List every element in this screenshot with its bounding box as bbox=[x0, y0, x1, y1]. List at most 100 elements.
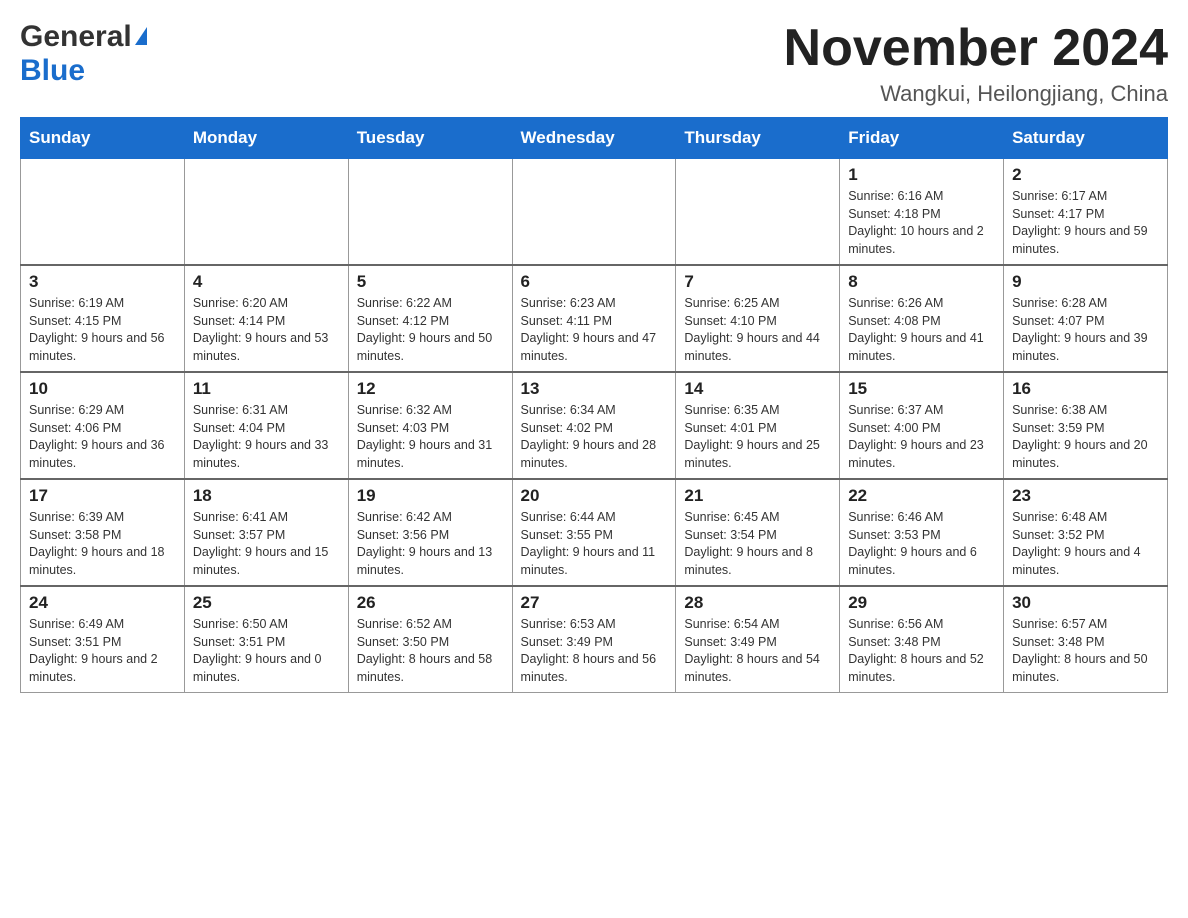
day-number: 23 bbox=[1012, 486, 1159, 506]
table-row: 28 Sunrise: 6:54 AMSunset: 3:49 PMDayligh… bbox=[676, 586, 840, 693]
day-info: Sunrise: 6:53 AMSunset: 3:49 PMDaylight:… bbox=[521, 616, 668, 686]
calendar-week-row: 10 Sunrise: 6:29 AMSunset: 4:06 PMDayligh… bbox=[21, 372, 1168, 479]
day-info: Sunrise: 6:56 AMSunset: 3:48 PMDaylight:… bbox=[848, 616, 995, 686]
day-info: Sunrise: 6:16 AMSunset: 4:18 PMDaylight:… bbox=[848, 188, 995, 258]
calendar-week-row: 24 Sunrise: 6:49 AMSunset: 3:51 PMDayligh… bbox=[21, 586, 1168, 693]
table-row: 3 Sunrise: 6:19 AMSunset: 4:15 PMDaylight… bbox=[21, 265, 185, 372]
header-friday: Friday bbox=[840, 118, 1004, 159]
day-number: 11 bbox=[193, 379, 340, 399]
day-number: 3 bbox=[29, 272, 176, 292]
day-info: Sunrise: 6:25 AMSunset: 4:10 PMDaylight:… bbox=[684, 295, 831, 365]
table-row: 26 Sunrise: 6:52 AMSunset: 3:50 PMDayligh… bbox=[348, 586, 512, 693]
logo-general: General bbox=[20, 20, 132, 54]
day-number: 5 bbox=[357, 272, 504, 292]
day-number: 24 bbox=[29, 593, 176, 613]
day-number: 16 bbox=[1012, 379, 1159, 399]
table-row: 7 Sunrise: 6:25 AMSunset: 4:10 PMDaylight… bbox=[676, 265, 840, 372]
day-info: Sunrise: 6:37 AMSunset: 4:00 PMDaylight:… bbox=[848, 402, 995, 472]
weekday-header-row: Sunday Monday Tuesday Wednesday Thursday… bbox=[21, 118, 1168, 159]
header-tuesday: Tuesday bbox=[348, 118, 512, 159]
day-number: 10 bbox=[29, 379, 176, 399]
logo-triangle-icon bbox=[135, 27, 147, 45]
table-row: 2 Sunrise: 6:17 AMSunset: 4:17 PMDaylight… bbox=[1004, 159, 1168, 266]
logo: General Blue bbox=[20, 20, 147, 88]
table-row: 24 Sunrise: 6:49 AMSunset: 3:51 PMDayligh… bbox=[21, 586, 185, 693]
day-info: Sunrise: 6:23 AMSunset: 4:11 PMDaylight:… bbox=[521, 295, 668, 365]
day-number: 30 bbox=[1012, 593, 1159, 613]
day-number: 14 bbox=[684, 379, 831, 399]
day-info: Sunrise: 6:39 AMSunset: 3:58 PMDaylight:… bbox=[29, 509, 176, 579]
table-row: 8Sunrise: 6:26 AMSunset: 4:08 PMDaylight… bbox=[840, 265, 1004, 372]
table-row: 13 Sunrise: 6:34 AMSunset: 4:02 PMDayligh… bbox=[512, 372, 676, 479]
header-sunday: Sunday bbox=[21, 118, 185, 159]
table-row: 6Sunrise: 6:23 AMSunset: 4:11 PMDaylight… bbox=[512, 265, 676, 372]
day-info: Sunrise: 6:41 AMSunset: 3:57 PMDaylight:… bbox=[193, 509, 340, 579]
day-number: 1 bbox=[848, 165, 995, 185]
day-number: 21 bbox=[684, 486, 831, 506]
table-row: 15 Sunrise: 6:37 AMSunset: 4:00 PMDayligh… bbox=[840, 372, 1004, 479]
day-info: Sunrise: 6:38 AMSunset: 3:59 PMDaylight:… bbox=[1012, 402, 1159, 472]
day-number: 13 bbox=[521, 379, 668, 399]
header-thursday: Thursday bbox=[676, 118, 840, 159]
day-info: Sunrise: 6:42 AMSunset: 3:56 PMDaylight:… bbox=[357, 509, 504, 579]
day-info: Sunrise: 6:22 AMSunset: 4:12 PMDaylight:… bbox=[357, 295, 504, 365]
day-number: 22 bbox=[848, 486, 995, 506]
header-monday: Monday bbox=[184, 118, 348, 159]
table-row: 18 Sunrise: 6:41 AMSunset: 3:57 PMDayligh… bbox=[184, 479, 348, 586]
day-number: 28 bbox=[684, 593, 831, 613]
day-number: 9 bbox=[1012, 272, 1159, 292]
table-row: 16 Sunrise: 6:38 AMSunset: 3:59 PMDayligh… bbox=[1004, 372, 1168, 479]
day-info: Sunrise: 6:57 AMSunset: 3:48 PMDaylight:… bbox=[1012, 616, 1159, 686]
header-wednesday: Wednesday bbox=[512, 118, 676, 159]
day-number: 12 bbox=[357, 379, 504, 399]
day-info: Sunrise: 6:49 AMSunset: 3:51 PMDaylight:… bbox=[29, 616, 176, 686]
table-row: 27 Sunrise: 6:53 AMSunset: 3:49 PMDayligh… bbox=[512, 586, 676, 693]
day-info: Sunrise: 6:50 AMSunset: 3:51 PMDaylight:… bbox=[193, 616, 340, 686]
day-info: Sunrise: 6:26 AMSunset: 4:08 PMDaylight:… bbox=[848, 295, 995, 365]
table-row: 22 Sunrise: 6:46 AMSunset: 3:53 PMDayligh… bbox=[840, 479, 1004, 586]
header-saturday: Saturday bbox=[1004, 118, 1168, 159]
day-number: 27 bbox=[521, 593, 668, 613]
table-row: 19 Sunrise: 6:42 AMSunset: 3:56 PMDayligh… bbox=[348, 479, 512, 586]
title-block: November 2024 Wangkui, Heilongjiang, Chi… bbox=[784, 20, 1168, 107]
location: Wangkui, Heilongjiang, China bbox=[784, 81, 1168, 107]
day-number: 29 bbox=[848, 593, 995, 613]
day-info: Sunrise: 6:19 AMSunset: 4:15 PMDaylight:… bbox=[29, 295, 176, 365]
table-row: 30 Sunrise: 6:57 AMSunset: 3:48 PMDayligh… bbox=[1004, 586, 1168, 693]
day-info: Sunrise: 6:46 AMSunset: 3:53 PMDaylight:… bbox=[848, 509, 995, 579]
table-row bbox=[184, 159, 348, 266]
day-info: Sunrise: 6:52 AMSunset: 3:50 PMDaylight:… bbox=[357, 616, 504, 686]
day-number: 7 bbox=[684, 272, 831, 292]
table-row: 10 Sunrise: 6:29 AMSunset: 4:06 PMDayligh… bbox=[21, 372, 185, 479]
day-info: Sunrise: 6:45 AMSunset: 3:54 PMDaylight:… bbox=[684, 509, 831, 579]
day-number: 20 bbox=[521, 486, 668, 506]
table-row bbox=[512, 159, 676, 266]
calendar-week-row: 1 Sunrise: 6:16 AMSunset: 4:18 PMDaylight… bbox=[21, 159, 1168, 266]
month-title: November 2024 bbox=[784, 20, 1168, 77]
day-number: 4 bbox=[193, 272, 340, 292]
table-row: 17 Sunrise: 6:39 AMSunset: 3:58 PMDayligh… bbox=[21, 479, 185, 586]
day-info: Sunrise: 6:32 AMSunset: 4:03 PMDaylight:… bbox=[357, 402, 504, 472]
table-row: 21 Sunrise: 6:45 AMSunset: 3:54 PMDayligh… bbox=[676, 479, 840, 586]
day-info: Sunrise: 6:29 AMSunset: 4:06 PMDaylight:… bbox=[29, 402, 176, 472]
day-number: 15 bbox=[848, 379, 995, 399]
day-number: 18 bbox=[193, 486, 340, 506]
table-row bbox=[676, 159, 840, 266]
day-number: 19 bbox=[357, 486, 504, 506]
day-number: 25 bbox=[193, 593, 340, 613]
table-row: 14Sunrise: 6:35 AMSunset: 4:01 PMDayligh… bbox=[676, 372, 840, 479]
table-row: 4 Sunrise: 6:20 AMSunset: 4:14 PMDaylight… bbox=[184, 265, 348, 372]
table-row: 12 Sunrise: 6:32 AMSunset: 4:03 PMDayligh… bbox=[348, 372, 512, 479]
day-info: Sunrise: 6:34 AMSunset: 4:02 PMDaylight:… bbox=[521, 402, 668, 472]
table-row: 20Sunrise: 6:44 AMSunset: 3:55 PMDayligh… bbox=[512, 479, 676, 586]
day-info: Sunrise: 6:54 AMSunset: 3:49 PMDaylight:… bbox=[684, 616, 831, 686]
table-row: 25 Sunrise: 6:50 AMSunset: 3:51 PMDayligh… bbox=[184, 586, 348, 693]
day-number: 26 bbox=[357, 593, 504, 613]
day-number: 17 bbox=[29, 486, 176, 506]
logo-blue: Blue bbox=[20, 54, 85, 87]
day-info: Sunrise: 6:20 AMSunset: 4:14 PMDaylight:… bbox=[193, 295, 340, 365]
calendar-week-row: 17 Sunrise: 6:39 AMSunset: 3:58 PMDayligh… bbox=[21, 479, 1168, 586]
day-number: 2 bbox=[1012, 165, 1159, 185]
table-row: 5 Sunrise: 6:22 AMSunset: 4:12 PMDaylight… bbox=[348, 265, 512, 372]
day-info: Sunrise: 6:17 AMSunset: 4:17 PMDaylight:… bbox=[1012, 188, 1159, 258]
